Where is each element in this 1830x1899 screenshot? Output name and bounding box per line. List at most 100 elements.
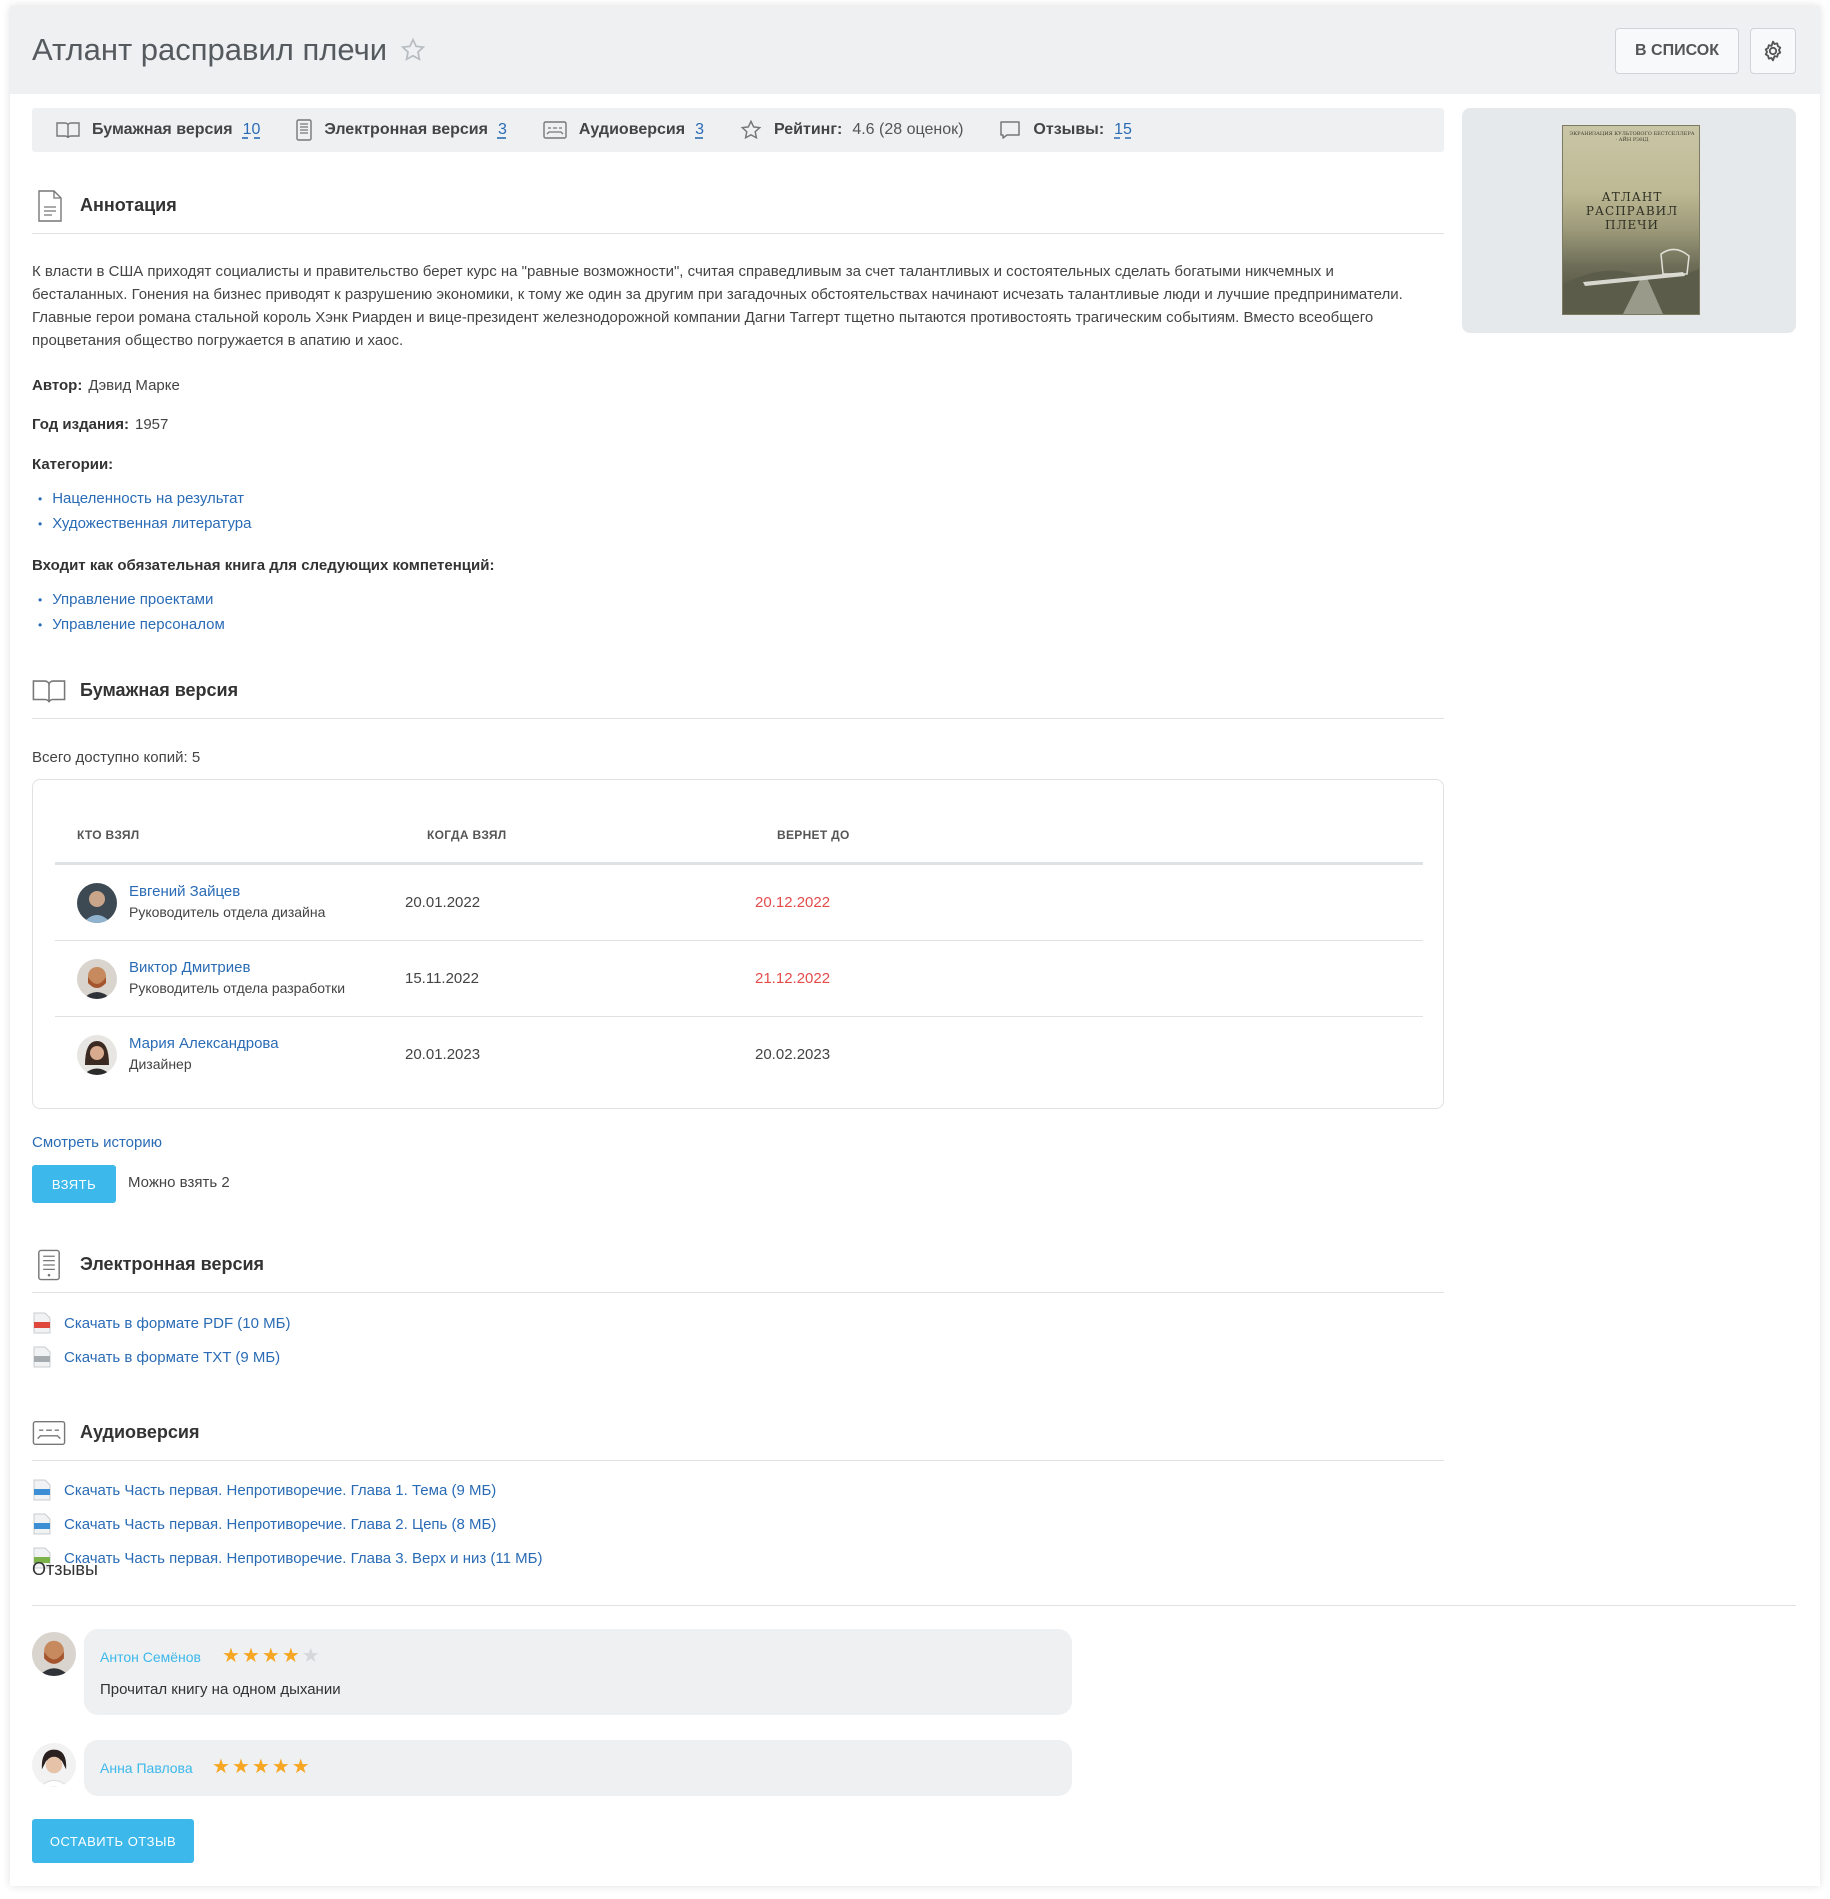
page-title: Атлант расправил плечи [32, 32, 388, 67]
star-icon: ★ [291, 1756, 310, 1778]
author-label: Автор: [32, 377, 83, 394]
audio-header: Аудиоверсия [32, 1405, 1444, 1461]
due-date: 20.02.2023 [755, 1046, 831, 1063]
col-when: Когда взял [427, 828, 507, 842]
competency-link[interactable]: • Управление проектами [38, 587, 225, 612]
ebook-icon [38, 1249, 60, 1280]
reviews-heading: Отзывы [32, 1559, 98, 1579]
stat-reviews-label: Отзывы: [1033, 121, 1105, 138]
audio-file-icon [33, 1513, 51, 1535]
pdf-file-icon [33, 1312, 51, 1334]
star-icon: ★ [261, 1645, 280, 1667]
competency-link[interactable]: • Управление персоналом [38, 612, 225, 637]
star-icon: ★ [301, 1645, 320, 1667]
download-pdf-link[interactable]: Скачать в формате PDF (10 МБ) [32, 1312, 290, 1334]
book-cover-image: ЭКРАНИЗАЦИЯ КУЛЬТОВОГО БЕСТСЕЛЛЕРА · АЙН… [1562, 125, 1700, 315]
annotation-heading: Аннотация [80, 195, 177, 215]
avatar[interactable] [77, 883, 117, 923]
cassette-icon [543, 121, 567, 139]
download-audio-link[interactable]: Скачать Часть первая. Непротиворечие. Гл… [32, 1513, 496, 1535]
stat-ebook-value[interactable]: 3 [498, 121, 507, 139]
stat-ebook-label: Электронная версия [324, 121, 488, 138]
stat-reviews-value[interactable]: 15 [1114, 121, 1132, 139]
borrower-name-link[interactable]: Виктор Дмитриев [129, 959, 250, 976]
reviewer-name-link[interactable]: Антон Семёнов [100, 1649, 201, 1665]
stat-paper-value[interactable]: 10 [243, 121, 261, 139]
rating-stars: ★ ★ ★ ★ ★ [222, 1646, 322, 1666]
cover-title: АТЛАНТ РАСПРАВИЛ ПЛЕЧИ [1585, 190, 1679, 232]
stat-paper-label: Бумажная версия [92, 121, 233, 138]
copies-count: Всего доступно копий: 5 [32, 749, 201, 766]
due-date: 20.12.2022 [755, 894, 831, 911]
star-icon: ★ [251, 1756, 270, 1778]
paper-header: Бумажная версия [32, 663, 1444, 719]
page-frame: Атлант расправил плечи В список Бумажная… [10, 6, 1820, 1886]
categories-label: Категории: [32, 456, 114, 473]
author-value: Дэвид Марке [88, 377, 180, 394]
borrower-name-link[interactable]: Мария Александрова [129, 1035, 279, 1052]
cover-subtitle: ЭКРАНИЗАЦИЯ КУЛЬТОВОГО БЕСТСЕЛЛЕРА · АЙН… [1569, 131, 1695, 143]
take-book-button[interactable]: Взять [32, 1165, 116, 1203]
reviewer-name-link[interactable]: Анна Павлова [100, 1760, 193, 1776]
borrower-role: Дизайнер [129, 1056, 192, 1072]
open-book-icon [56, 122, 80, 139]
avatar[interactable] [77, 1035, 117, 1075]
stat-rating: Рейтинг: 4.6 (28 оценок) [740, 119, 963, 141]
table-row: Евгений Зайцев Руководитель отдела дизай… [55, 865, 1423, 941]
cover-panel: ЭКРАНИЗАЦИЯ КУЛЬТОВОГО БЕСТСЕЛЛЕРА · АЙН… [1462, 108, 1796, 333]
comment-icon [1000, 121, 1021, 139]
category-link[interactable]: • Нацеленность на результат [38, 486, 251, 511]
borrower-name-link[interactable]: Евгений Зайцев [129, 883, 240, 900]
category-link[interactable]: • Художественная литература [38, 511, 251, 536]
col-who: Кто взял [77, 828, 140, 842]
stat-reviews: Отзывы: 15 [999, 120, 1132, 140]
star-icon: ★ [281, 1645, 300, 1667]
leave-review-button[interactable]: Оставить отзыв [32, 1819, 194, 1863]
borrower-role: Руководитель отдела разработки [129, 980, 346, 996]
star-icon: ★ [231, 1756, 250, 1778]
year-value: 1957 [134, 416, 169, 433]
review-text: Прочитал книгу на одном дыхании [100, 1681, 341, 1698]
download-txt-link[interactable]: Скачать в формате TXT (9 МБ) [32, 1346, 280, 1368]
avatar[interactable] [32, 1743, 76, 1787]
competencies-list: • Управление проектами • Управление персон… [38, 587, 225, 637]
stat-audio-label: Аудиоверсия [578, 121, 686, 138]
borrowers-table: Кто взял Когда взял Вернет до Евгений За… [32, 779, 1444, 1109]
ebook-heading: Электронная версия [80, 1254, 265, 1274]
table-row: Виктор Дмитриев Руководитель отдела разр… [55, 941, 1423, 1017]
taken-date: 20.01.2022 [405, 894, 481, 911]
stat-paper: Бумажная версия 10 [56, 121, 260, 139]
star-icon: ★ [241, 1645, 260, 1667]
review-bubble: Анна Павлова ★ ★ ★ ★ ★ [84, 1740, 1072, 1796]
stat-ebook: Электронная версия 3 [296, 119, 507, 141]
annotation-header: Аннотация [32, 178, 1444, 234]
cassette-icon [32, 1420, 66, 1445]
favorite-star-icon[interactable] [400, 37, 426, 63]
avatar[interactable] [77, 959, 117, 999]
stat-audio-value[interactable]: 3 [695, 121, 704, 139]
txt-file-icon [33, 1346, 51, 1368]
book-stats-bar: Бумажная версия 10 Электронная версия 3 … [32, 108, 1444, 152]
add-to-list-button[interactable]: В список [1615, 28, 1739, 74]
taken-date: 15.11.2022 [405, 970, 479, 987]
can-take-count: Можно взять 2 [128, 1174, 230, 1191]
categories-list: • Нацеленность на результат • Художественн… [38, 486, 251, 536]
annotation-text: К власти в США приходят социалисты и пра… [32, 263, 1403, 349]
star-icon [740, 119, 762, 140]
star-icon: ★ [271, 1756, 290, 1778]
reviews-divider [32, 1605, 1796, 1606]
download-audio-link[interactable]: Скачать Часть первая. Непротиворечие. Гл… [32, 1479, 496, 1501]
avatar[interactable] [32, 1632, 76, 1676]
due-date: 21.12.2022 [755, 970, 831, 987]
view-history-link[interactable]: Смотреть историю [32, 1134, 162, 1151]
star-icon: ★ [212, 1756, 230, 1778]
settings-button[interactable] [1750, 28, 1796, 74]
gear-icon [1764, 40, 1782, 62]
download-audio-link[interactable]: Скачать Часть первая. Непротиворечие. Гл… [32, 1547, 543, 1569]
review-bubble: Антон Семёнов ★ ★ ★ ★ ★ Прочитал книгу на од… [84, 1629, 1072, 1715]
ebook-icon [296, 119, 313, 141]
cover-illustration [1563, 248, 1699, 314]
rating-stars: ★ ★ ★ ★ ★ [212, 1757, 312, 1777]
author-row: Автор: Дэвид Марке [32, 377, 180, 394]
audio-heading: Аудиоверсия [80, 1422, 200, 1442]
